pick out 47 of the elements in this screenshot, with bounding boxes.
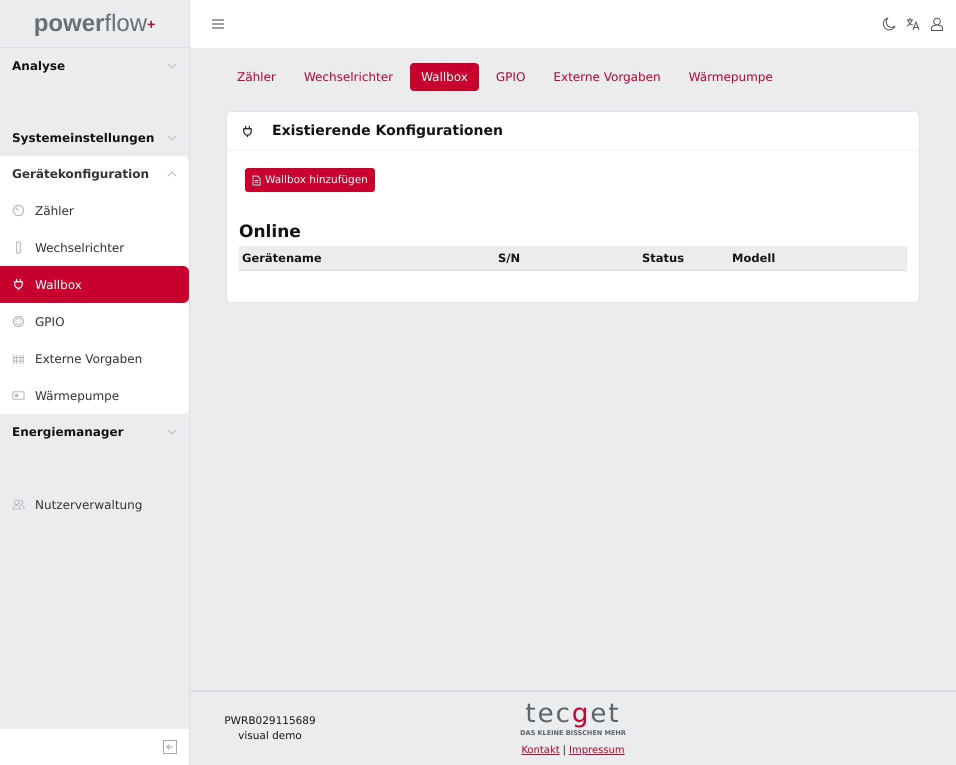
translate-icon[interactable] (906, 17, 920, 31)
link-separator: | (562, 745, 566, 756)
sidebar-item[interactable]: GPIO (0, 303, 189, 340)
chevron-icon (167, 135, 177, 141)
serial-number: PWRB029115689 (224, 715, 316, 727)
plug-icon (241, 124, 254, 138)
tab[interactable]: GPIO (484, 63, 536, 91)
contact-link[interactable]: Kontakt (521, 745, 560, 756)
sidebar-group[interactable]: Gerätekonfiguration (0, 156, 189, 192)
sidebar-group[interactable]: Energiemanager (0, 414, 189, 450)
column-header: S/N (498, 251, 522, 265)
heat-pump-icon (12, 389, 25, 402)
sidebar-group[interactable]: Analyse (0, 48, 189, 84)
tab[interactable]: Wärmepumpe (678, 63, 784, 91)
user-icon[interactable] (930, 17, 944, 31)
tab[interactable]: Wechselrichter (292, 63, 404, 91)
column-header: Status (642, 251, 686, 265)
fence-icon (12, 352, 25, 365)
app-logo: powerflow$^{+}$ (0, 0, 189, 48)
tab[interactable]: Zähler (226, 63, 287, 91)
tab[interactable]: Wallbox (410, 63, 479, 91)
sidebar-item[interactable]: Nutzerverwaltung (0, 486, 189, 523)
gauge-icon (12, 204, 25, 217)
sync-icon (12, 315, 25, 328)
sidebar-item[interactable]: Wallbox (0, 266, 189, 303)
imprint-link[interactable]: Impressum (569, 745, 625, 756)
chevron-icon (167, 429, 177, 435)
tab[interactable]: Externe Vorgaben (542, 63, 672, 91)
chevron-icon (167, 171, 177, 177)
sidebar-item[interactable]: Zähler (0, 192, 189, 229)
sidebar-item[interactable]: Wechselrichter (0, 229, 189, 266)
brand-logo: tecg et (525, 701, 621, 727)
sidebar-group[interactable]: Systemeinstellungen (0, 120, 189, 156)
sidebar-item[interactable]: Externe Vorgaben (0, 340, 189, 377)
sidebar-item[interactable]: Wärmepumpe (0, 377, 189, 414)
plug-icon (12, 278, 25, 291)
section-heading: Online (239, 222, 302, 242)
chevron-icon (167, 63, 177, 69)
menu-icon[interactable] (212, 19, 224, 29)
card-title: Existierende Konfigurationen (272, 123, 503, 139)
document-icon (252, 174, 261, 186)
column-header: Modell (732, 251, 776, 265)
users-icon (12, 498, 25, 511)
column-header: Gerätename (242, 251, 323, 265)
device-mode: visual demo (238, 730, 302, 742)
add-wallbox-button[interactable]: Wallbox hinzufügen (245, 168, 375, 192)
moon-icon[interactable] (882, 17, 896, 31)
